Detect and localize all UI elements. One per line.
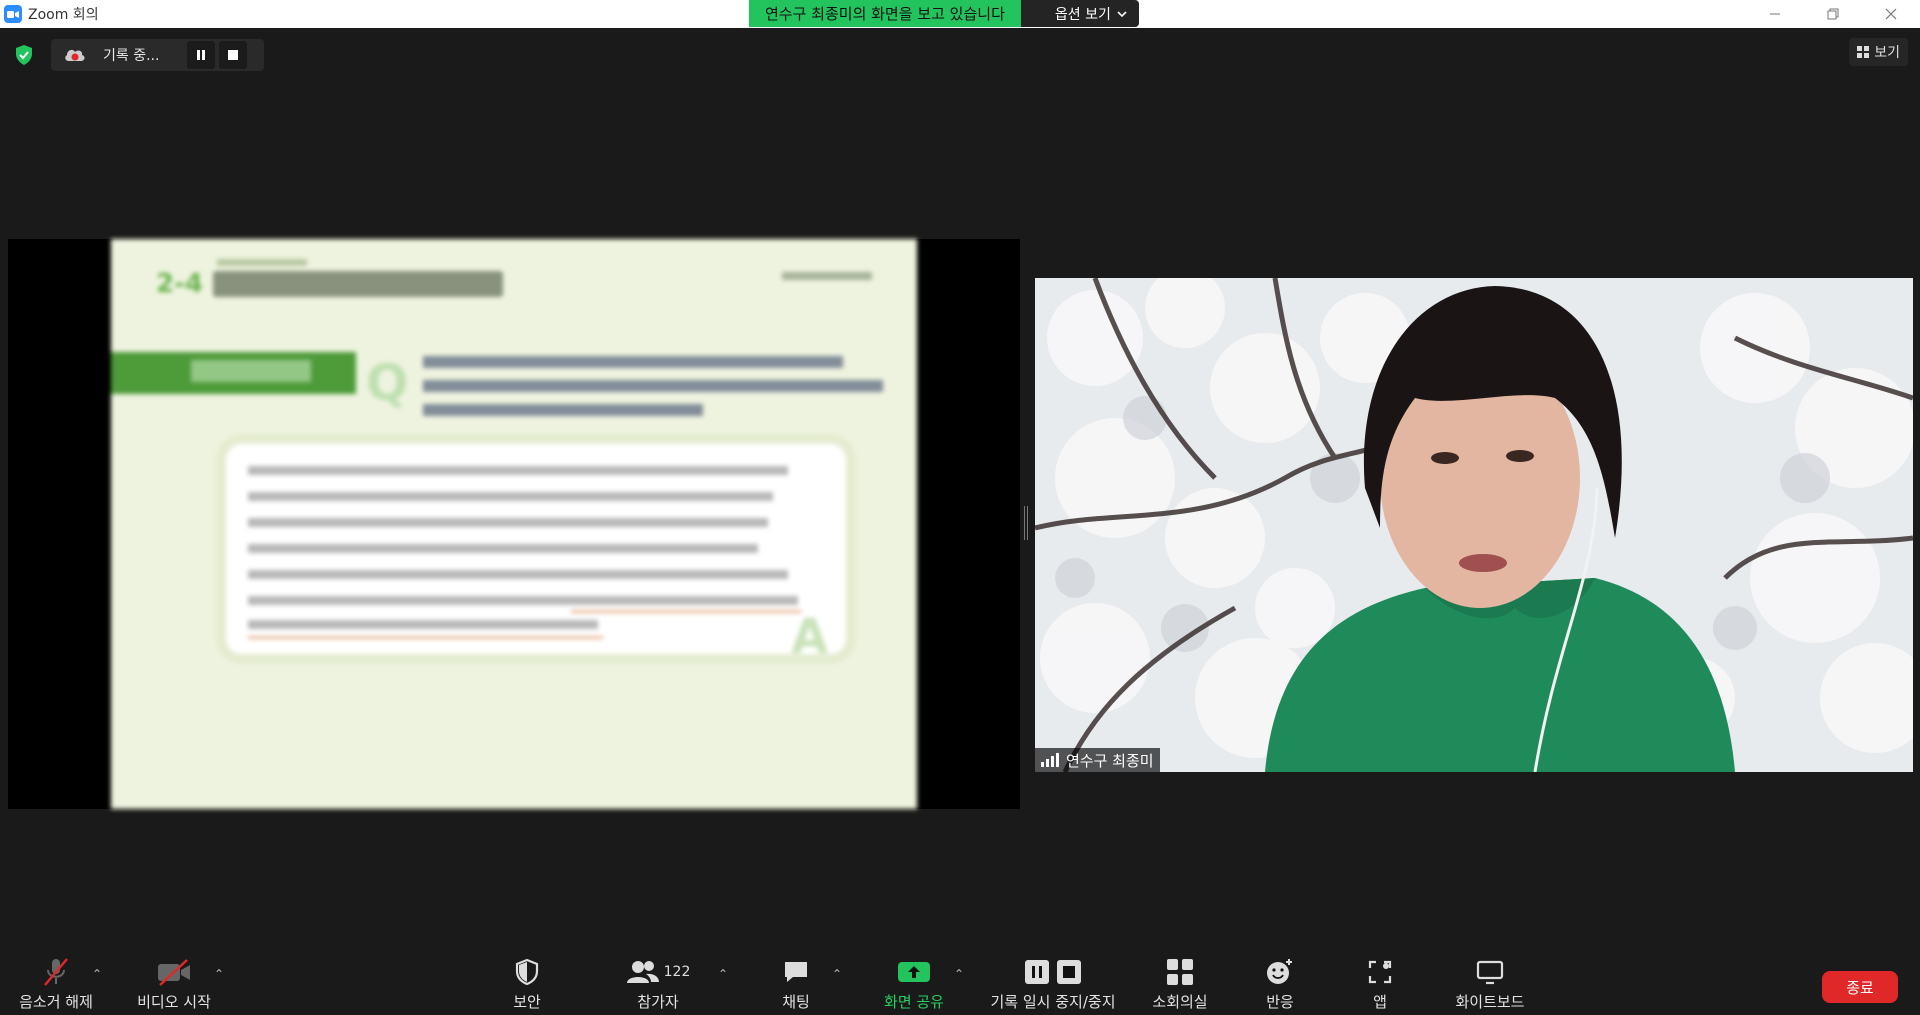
close-icon[interactable]: [1862, 0, 1920, 28]
share-options-chevron-icon[interactable]: ⌃: [954, 967, 964, 981]
participant-name: 연수구 최종미: [1066, 751, 1154, 770]
chat-label: 채팅: [782, 993, 810, 1011]
meeting-toolbar: 음소거 해제 ⌃ 비디오 시작 ⌃ 보안 122 참가자 ⌃ 채팅 ⌃ 화면 공…: [0, 955, 1920, 1015]
whiteboard-icon: [1475, 955, 1505, 989]
encryption-shield-icon[interactable]: [14, 44, 34, 66]
grid-view-icon: [1857, 46, 1870, 58]
shared-screen-panel[interactable]: 2-4 Q A: [8, 239, 1020, 809]
share-screen-button[interactable]: 화면 공유: [878, 955, 950, 1015]
signal-strength-icon: [1041, 753, 1059, 767]
participants-count: 122: [663, 964, 691, 980]
security-label: 보안: [513, 993, 541, 1011]
start-video-label: 비디오 시작: [137, 993, 211, 1011]
security-shield-icon: [514, 955, 540, 989]
video-options-chevron-icon[interactable]: ⌃: [214, 967, 224, 981]
slide-number: 2-4: [156, 269, 203, 299]
view-options-label: 옵션 보기: [1054, 6, 1111, 23]
slide-question-mark: Q: [366, 354, 409, 412]
split-resize-handle[interactable]: [1024, 506, 1028, 540]
microphone-muted-icon: [39, 955, 73, 989]
chat-bubble-icon: [782, 955, 810, 989]
share-screen-icon: [898, 955, 930, 989]
end-meeting-button[interactable]: 종료: [1822, 971, 1898, 1003]
minimize-icon[interactable]: [1746, 0, 1804, 28]
slide-question-text: [423, 356, 883, 428]
record-controls-icon: [1023, 955, 1083, 989]
participant-video[interactable]: [1035, 278, 1913, 772]
whiteboard-label: 화이트보드: [1455, 993, 1525, 1011]
reactions-label: 반응: [1266, 993, 1294, 1011]
recording-stop-button[interactable]: [219, 41, 247, 69]
apps-icon: [1366, 955, 1394, 989]
video-off-icon: [155, 955, 193, 989]
slide-banner: [111, 352, 356, 394]
whiteboard-button[interactable]: 화이트보드: [1452, 955, 1528, 1015]
video-frame: [1035, 278, 1913, 772]
zoom-app-icon: [4, 5, 22, 23]
chat-button[interactable]: 채팅: [774, 955, 818, 1015]
share-status-text: 연수구 최종미의 화면을 보고 있습니다: [749, 0, 1021, 27]
breakout-rooms-button[interactable]: 소회의실: [1148, 955, 1212, 1015]
breakout-rooms-label: 소회의실: [1152, 993, 1208, 1011]
unmute-label: 음소거 해제: [19, 993, 93, 1011]
window-controls: [1746, 0, 1920, 28]
view-button[interactable]: 보기: [1849, 38, 1908, 66]
slide-date-blurred: [782, 272, 872, 280]
shared-slide: 2-4 Q A: [111, 239, 917, 809]
recording-indicator: 기록 중...: [51, 39, 264, 71]
apps-label: 앱: [1373, 993, 1387, 1011]
audio-options-chevron-icon[interactable]: ⌃: [92, 967, 102, 981]
security-button[interactable]: 보안: [500, 955, 554, 1015]
pause-stop-recording-label: 기록 일시 중지/중지: [990, 993, 1116, 1011]
window-title: Zoom 회의: [28, 7, 99, 23]
participant-name-tag: 연수구 최종미: [1035, 748, 1160, 772]
participants-options-chevron-icon[interactable]: ⌃: [718, 967, 728, 981]
slide-header-text: [217, 259, 307, 266]
slide-answer-card: [226, 444, 846, 654]
restore-icon[interactable]: [1804, 0, 1862, 28]
participants-icon-group: 122: [626, 955, 691, 989]
recording-label: 기록 중...: [103, 48, 160, 64]
slide-answer-mark: A: [791, 609, 829, 665]
apps-button[interactable]: 앱: [1366, 955, 1394, 1015]
unmute-button[interactable]: 음소거 해제: [14, 955, 98, 1015]
cloud-record-icon: [65, 49, 85, 61]
pause-stop-recording-button[interactable]: 기록 일시 중지/중지: [984, 955, 1122, 1015]
chat-options-chevron-icon[interactable]: ⌃: [832, 967, 842, 981]
recording-pause-button[interactable]: [187, 41, 215, 69]
slide-title-blurred: [213, 271, 503, 297]
reactions-button[interactable]: 반응: [1260, 955, 1300, 1015]
breakout-rooms-icon: [1166, 955, 1194, 989]
participants-icon: [626, 961, 659, 983]
view-button-label: 보기: [1874, 45, 1900, 61]
reaction-emoji-icon: [1265, 955, 1295, 989]
start-video-button[interactable]: 비디오 시작: [132, 955, 216, 1015]
pause-icon: [197, 50, 205, 60]
participants-button[interactable]: 122 참가자: [626, 955, 691, 1015]
screen-share-banner: 연수구 최종미의 화면을 보고 있습니다 옵션 보기: [749, 0, 1139, 27]
participants-label: 참가자: [637, 993, 679, 1011]
chevron-down-icon: [1117, 10, 1127, 17]
view-options-button[interactable]: 옵션 보기: [1020, 0, 1139, 27]
stop-icon: [228, 50, 238, 60]
end-meeting-label: 종료: [1846, 978, 1874, 997]
share-screen-label: 화면 공유: [884, 993, 944, 1011]
